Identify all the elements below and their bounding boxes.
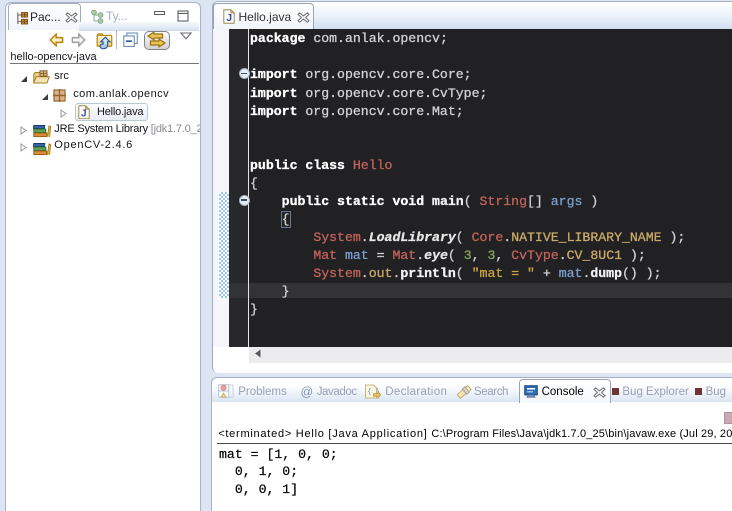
svg-text:J: J [226, 12, 232, 24]
svg-text:J: J [81, 108, 87, 119]
